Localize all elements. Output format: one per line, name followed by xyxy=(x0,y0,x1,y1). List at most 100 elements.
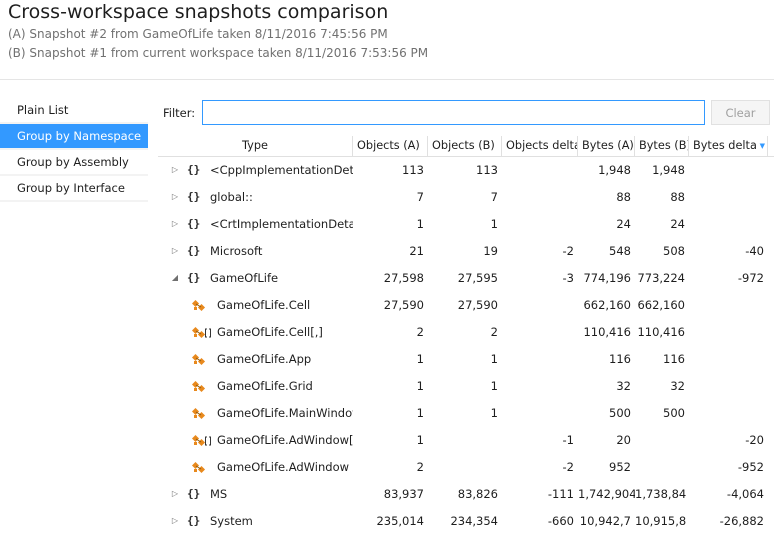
type-name: GameOfLife.AdWindow xyxy=(217,460,350,474)
cell-objects-a: 27,590 xyxy=(383,298,424,312)
cell-objects-b: 1 xyxy=(490,379,498,393)
table-row[interactable]: GameOfLife.MainWindov 1 1 500 500 xyxy=(158,400,774,426)
cell-bytes-a: 20 xyxy=(616,433,631,447)
cell-objects-a: 1 xyxy=(416,217,424,231)
cell-bytes-delta: -972 xyxy=(737,271,764,285)
table-row[interactable]: GameOfLife.Cell 27,590 27,590 662,160 662,16… xyxy=(158,292,774,318)
cell-bytes-a: 952 xyxy=(609,460,631,474)
cell-objects-b xyxy=(428,454,502,480)
col-header-bytes-a[interactable]: Bytes (A) xyxy=(578,136,635,156)
class-icon xyxy=(191,379,206,393)
cell-objects-b: 2 xyxy=(490,325,498,339)
expand-triangle-icon[interactable]: ▷ xyxy=(170,238,180,264)
table-row[interactable]: ▷ {} global:: 7 7 88 88 xyxy=(158,184,774,210)
cell-objects-a: 113 xyxy=(402,163,424,177)
col-header-objects-b[interactable]: Objects (B) xyxy=(428,136,502,156)
cell-bytes-a: 500 xyxy=(609,406,631,420)
col-header-objects-a[interactable]: Objects (A) xyxy=(353,136,428,156)
table-row[interactable]: GameOfLife.Grid 1 1 32 32 xyxy=(158,373,774,399)
cell-objects-a: 1 xyxy=(416,352,424,366)
cell-objects-b: 1 xyxy=(490,217,498,231)
table-row[interactable]: GameOfLife.Cell[,] 2 2 110,416 110,416 xyxy=(158,319,774,345)
cell-bytes-b xyxy=(635,454,689,480)
collapse-triangle-icon[interactable]: ◢ xyxy=(170,265,180,291)
class-array-icon xyxy=(191,325,211,339)
cell-bytes-delta: -4,064 xyxy=(726,487,764,501)
grid-header: Type Objects (A) Objects (B) Objects delta B… xyxy=(158,136,774,157)
class-icon xyxy=(191,460,206,474)
cell-objects-delta xyxy=(502,211,578,237)
expand-triangle-icon[interactable]: ▷ xyxy=(170,211,180,237)
table-row[interactable]: GameOfLife.AdWindow 2 -2 952 -952 xyxy=(158,454,774,480)
col-header-bytes-b[interactable]: Bytes (B) xyxy=(635,136,689,156)
cell-objects-delta xyxy=(502,319,578,345)
table-row[interactable]: GameOfLife.AdWindow[] 1 -1 20 -20 xyxy=(158,427,774,453)
type-name: System xyxy=(210,514,253,528)
cell-bytes-b: 773,224 xyxy=(637,271,685,285)
cell-bytes-delta: -20 xyxy=(745,433,764,447)
type-name: global:: xyxy=(210,190,253,204)
cell-objects-a: 235,014 xyxy=(376,514,424,528)
expand-triangle-icon[interactable]: ▷ xyxy=(170,508,180,534)
clear-button[interactable]: Clear xyxy=(711,100,770,125)
nav-item-group-by-assembly[interactable]: Group by Assembly xyxy=(0,150,148,176)
snapshot-a-info: (A) Snapshot #2 from GameOfLife taken 8/… xyxy=(8,27,388,41)
expand-triangle-icon[interactable]: ▷ xyxy=(170,157,180,183)
filter-label: Filter: xyxy=(163,106,196,120)
col-header-bytes-delta[interactable]: Bytes delta ▼ xyxy=(689,136,768,156)
cell-objects-a: 2 xyxy=(416,460,424,474)
cell-bytes-b: 24 xyxy=(670,217,685,231)
expand-triangle-icon[interactable]: ▷ xyxy=(170,184,180,210)
table-row[interactable]: GameOfLife.App 1 1 116 116 xyxy=(158,346,774,372)
cell-bytes-delta: -26,882 xyxy=(719,514,764,528)
cell-bytes-b: 1,738,84 xyxy=(635,487,687,501)
type-name: <CrtImplementationDetail xyxy=(210,217,353,231)
table-row[interactable]: ▷ {} Microsoft 21 19 -2 548 508 -40 xyxy=(158,238,774,264)
page-title: Cross-workspace snapshots comparison xyxy=(8,1,389,23)
expand-triangle-icon[interactable]: ▷ xyxy=(170,481,180,507)
type-name: MS xyxy=(210,487,228,501)
cell-bytes-b: 10,915,8 xyxy=(635,514,687,528)
col-header-label: Bytes (A) xyxy=(582,139,634,152)
col-header-label: Objects (B) xyxy=(432,139,495,152)
table-row[interactable]: ◢ {} GameOfLife 27,598 27,595 -3 774,196 773,22… xyxy=(158,265,774,291)
cell-objects-a: 1 xyxy=(416,406,424,420)
col-header-objects-delta[interactable]: Objects delta xyxy=(502,136,578,156)
cell-bytes-delta xyxy=(689,373,768,399)
cell-bytes-a: 10,942,7 xyxy=(579,514,631,528)
col-header-label: Objects delta xyxy=(506,139,578,152)
cell-objects-b: 113 xyxy=(476,163,498,177)
cell-bytes-delta xyxy=(689,346,768,372)
cell-bytes-a: 774,196 xyxy=(583,271,631,285)
cell-bytes-delta: -40 xyxy=(745,244,764,258)
cell-bytes-a: 662,160 xyxy=(583,298,631,312)
col-header-label: Bytes delta xyxy=(693,139,757,152)
table-row[interactable]: ▷ {} System 235,014 234,354 -660 10,942,7 10,91… xyxy=(158,508,774,534)
cell-bytes-delta xyxy=(689,184,768,210)
cell-bytes-b: 88 xyxy=(670,190,685,204)
class-icon xyxy=(191,298,206,312)
cell-objects-delta: -111 xyxy=(547,487,574,501)
header-divider xyxy=(0,79,774,80)
table-row[interactable]: ▷ {} MS 83,937 83,826 -111 1,742,904 1,738,84 -4… xyxy=(158,481,774,507)
nav-item-plain-list[interactable]: Plain List xyxy=(0,98,148,124)
cell-objects-b xyxy=(428,427,502,453)
cell-objects-a: 7 xyxy=(416,190,424,204)
cell-objects-b: 27,595 xyxy=(457,271,498,285)
cell-bytes-a: 24 xyxy=(616,217,631,231)
filter-input[interactable] xyxy=(202,100,705,125)
cell-objects-delta xyxy=(502,400,578,426)
cell-bytes-b: 1,948 xyxy=(652,163,685,177)
table-row[interactable]: ▷ {} <CrtImplementationDetail 1 1 24 24 xyxy=(158,211,774,237)
table-row[interactable]: ▷ {} <CppImplementationDeta 113 113 1,948 1,94… xyxy=(158,157,774,183)
namespace-braces-icon: {} xyxy=(187,487,201,500)
type-name: Microsoft xyxy=(210,244,263,258)
cell-bytes-a: 1,742,904 xyxy=(578,487,635,501)
cell-bytes-delta xyxy=(689,400,768,426)
cell-objects-a: 1 xyxy=(416,433,424,447)
nav-item-group-by-interface[interactable]: Group by Interface xyxy=(0,176,148,202)
col-header-type[interactable]: Type xyxy=(158,136,353,156)
nav-item-group-by-namespace[interactable]: Group by Namespace xyxy=(0,124,148,150)
cell-bytes-b: 508 xyxy=(663,244,685,258)
namespace-braces-icon: {} xyxy=(187,244,201,257)
